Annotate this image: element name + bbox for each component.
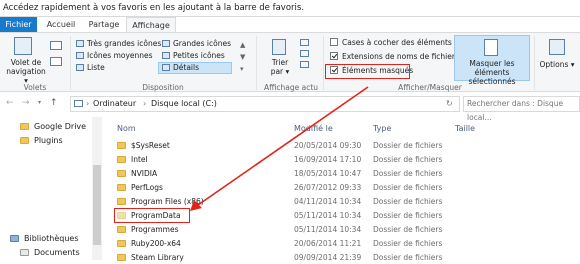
- arrow-line: [197, 86, 369, 206]
- arrow-head-icon: [190, 200, 202, 211]
- annotation-arrow: [190, 86, 369, 211]
